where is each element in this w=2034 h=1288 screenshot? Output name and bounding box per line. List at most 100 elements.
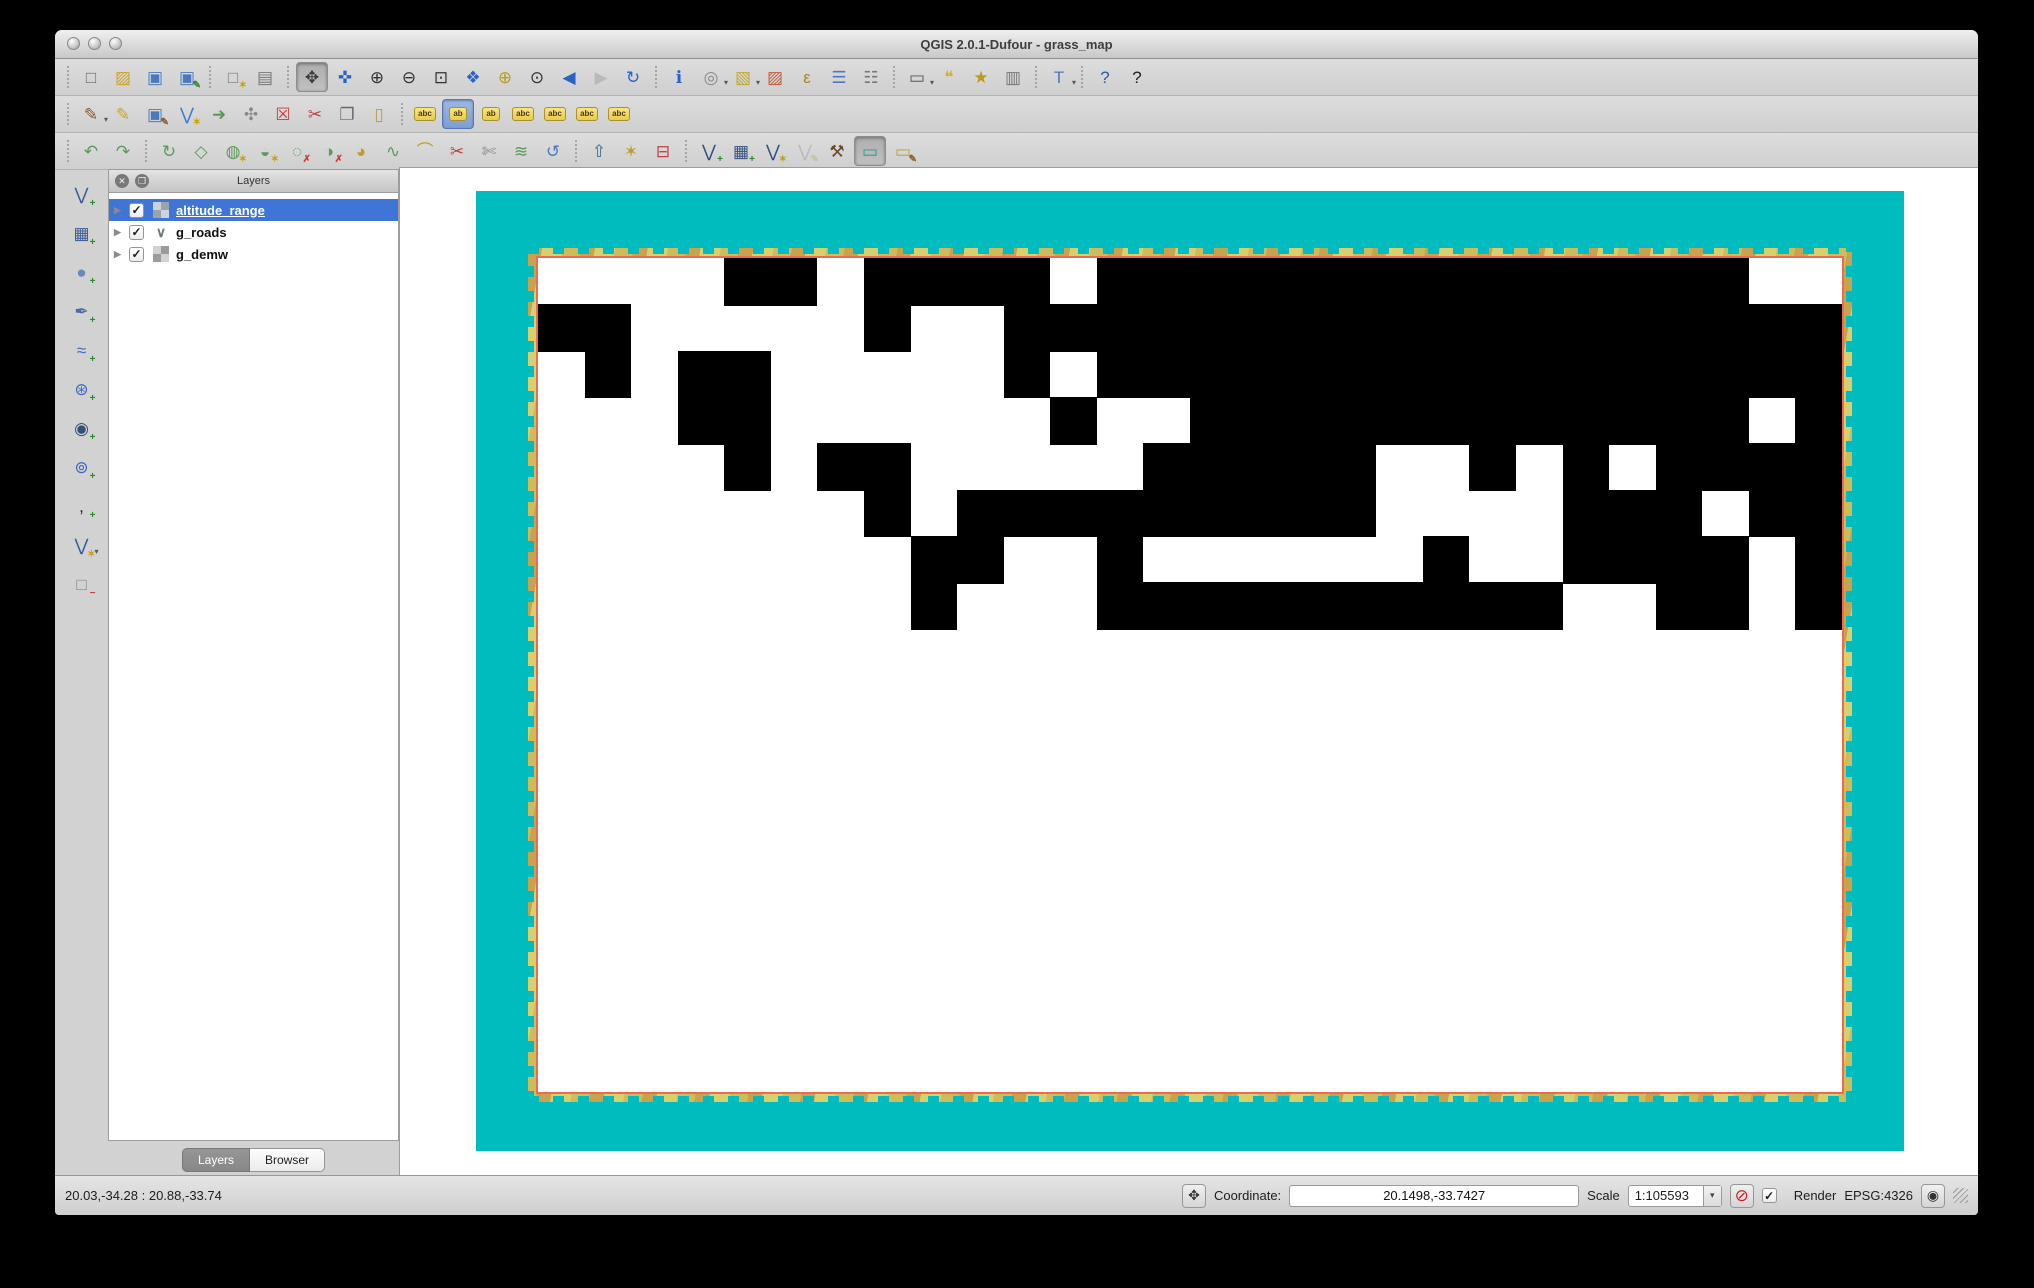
redo-button[interactable]: ↷ [108, 137, 138, 165]
expand-arrow-icon[interactable]: ▶ [114, 227, 129, 238]
zoom-last-button[interactable]: ◀ [554, 63, 584, 91]
select-features-button[interactable]: ▧▾ [728, 63, 758, 91]
composer-manager-button[interactable]: ▤ [250, 63, 280, 91]
select-by-expression-button[interactable]: ε [792, 63, 822, 91]
pin-labels-button[interactable]: ab [442, 99, 474, 129]
labeling-button[interactable]: abc [410, 100, 440, 128]
zoom-in-button[interactable]: ⊕ [362, 63, 392, 91]
change-label-button[interactable]: abc [604, 100, 634, 128]
run-feature-action-button[interactable]: ◎▾ [696, 63, 726, 91]
grass-tools-button[interactable]: ⚒ [822, 137, 852, 165]
add-grass-raster-layer-button[interactable]: ▦+ [726, 137, 756, 165]
add-postgis-layer-button[interactable]: ●+ [67, 257, 97, 287]
grass-open-mapset-button[interactable]: ⇧ [584, 137, 614, 165]
delete-ring-button[interactable]: ◌✗ [282, 137, 312, 165]
layer-row-g_demw[interactable]: ▶✓g_demw [109, 243, 398, 265]
panel-close-icon[interactable]: ✕ [115, 174, 129, 188]
remove-layer-button[interactable]: □− [67, 569, 97, 599]
reshape-features-button[interactable]: ∿ [378, 137, 408, 165]
fill-ring-button[interactable]: ◕ [346, 137, 376, 165]
text-annotation-button[interactable]: T▾ [1044, 63, 1074, 91]
add-mssql-layer-button[interactable]: ≈+ [67, 335, 97, 365]
node-tool-button[interactable]: ✣ [236, 100, 266, 128]
layer-row-altitude_range[interactable]: ▶✓altitude_range [109, 199, 398, 221]
undo-button[interactable]: ↶ [76, 137, 106, 165]
field-calculator-button[interactable]: ☷ [856, 63, 886, 91]
add-wfs-layer-button[interactable]: ⊚+ [67, 452, 97, 482]
expand-arrow-icon[interactable]: ▶ [114, 249, 129, 260]
save-project-as-button[interactable]: ▣✎ [172, 63, 202, 91]
map-tips-button[interactable]: ❝ [934, 63, 964, 91]
add-part-button[interactable]: ◒✶ [250, 137, 280, 165]
add-wcs-layer-button[interactable]: ◉+ [67, 413, 97, 443]
zoom-to-selection-button[interactable]: ⊕ [490, 63, 520, 91]
zoom-native-resolution-button[interactable]: ⊡ [426, 63, 456, 91]
zoom-to-layer-button[interactable]: ⊙ [522, 63, 552, 91]
current-edits-button[interactable]: ✎▾ [76, 100, 106, 128]
identify-features-button[interactable]: ℹ [664, 63, 694, 91]
rotate-label-button[interactable]: abc [572, 100, 602, 128]
add-feature-button[interactable]: ⋁✶ [172, 100, 202, 128]
layer-visibility-checkbox[interactable]: ✓ [129, 225, 144, 240]
measure-button[interactable]: ▭▾ [902, 63, 932, 91]
pan-to-selection-button[interactable]: ✜ [330, 63, 360, 91]
open-project-button[interactable]: ▨ [108, 63, 138, 91]
scale-combobox[interactable]: 1:105593 ▾ [1628, 1185, 1722, 1207]
simplify-feature-button[interactable]: ◇ [186, 137, 216, 165]
show-bookmarks-button[interactable]: ▥ [998, 63, 1028, 91]
help-contents-button[interactable]: ? [1090, 63, 1120, 91]
toggle-editing-button[interactable]: ✎ [108, 100, 138, 128]
dock-tab-layers[interactable]: Layers [182, 1148, 250, 1172]
panel-float-icon[interactable]: ❐ [135, 174, 149, 188]
resize-grip[interactable] [1953, 1188, 1968, 1203]
render-checkbox[interactable]: ✓ [1762, 1188, 1777, 1203]
pan-map-button[interactable]: ✥ [296, 62, 328, 92]
merge-features-button[interactable]: ≋ [506, 137, 536, 165]
grass-close-mapset-button[interactable]: ⊟ [648, 137, 678, 165]
whats-this-button[interactable]: ? [1122, 63, 1152, 91]
new-project-button[interactable]: □ [76, 63, 106, 91]
zoom-full-extent-button[interactable]: ❖ [458, 63, 488, 91]
cut-features-button[interactable]: ✂ [300, 100, 330, 128]
paste-features-button[interactable]: ▯ [364, 100, 394, 128]
new-shapefile-layer-button[interactable]: ⋁✶▾ [67, 530, 97, 560]
grass-region-button[interactable]: ▭ [854, 136, 886, 166]
layer-row-g_roads[interactable]: ▶✓∨g_roads [109, 221, 398, 243]
unpin-labels-button[interactable]: ab [476, 100, 506, 128]
split-features-button[interactable]: ✂ [442, 137, 472, 165]
refresh-map-button[interactable]: ↻ [618, 63, 648, 91]
add-spatialite-layer-button[interactable]: ✒+ [67, 296, 97, 326]
grass-new-mapset-button[interactable]: ✶ [616, 137, 646, 165]
move-label-button[interactable]: abc [540, 100, 570, 128]
edit-grass-region-button[interactable]: ▭✎ [888, 137, 918, 165]
minimize-window-button[interactable] [88, 37, 101, 50]
chevron-down-icon[interactable]: ▾ [1703, 1186, 1721, 1206]
show-hide-labels-button[interactable]: abc [508, 100, 538, 128]
new-print-composer-button[interactable]: □✶ [218, 63, 248, 91]
title-bar[interactable]: QGIS 2.0.1-Dufour - grass_map [55, 30, 1978, 59]
expand-arrow-icon[interactable]: ▶ [114, 205, 129, 216]
save-layer-edits-button[interactable]: ▣✎ [140, 100, 170, 128]
delete-selected-button[interactable]: ☒ [268, 100, 298, 128]
crs-status-button[interactable]: ◉ [1921, 1184, 1945, 1208]
close-window-button[interactable] [67, 37, 80, 50]
delete-part-button[interactable]: ◑✗ [314, 137, 344, 165]
new-bookmark-button[interactable]: ★ [966, 63, 996, 91]
dock-tab-browser[interactable]: Browser [250, 1148, 325, 1172]
new-grass-vector-button[interactable]: ⋁✶ [758, 137, 788, 165]
zoom-window-button[interactable] [109, 37, 122, 50]
zoom-out-button[interactable]: ⊖ [394, 63, 424, 91]
layer-visibility-checkbox[interactable]: ✓ [129, 247, 144, 262]
add-raster-layer-button[interactable]: ▦+ [67, 218, 97, 248]
offset-curve-button[interactable]: ⌒ [410, 137, 440, 165]
coordinate-input[interactable] [1289, 1185, 1579, 1207]
rotate-point-symbols-button[interactable]: ↺ [538, 137, 568, 165]
stop-render-button[interactable]: ⊘ [1730, 1184, 1754, 1208]
rotate-feature-button[interactable]: ↻ [154, 137, 184, 165]
mouse-position-toggle-button[interactable]: ✥ [1182, 1184, 1206, 1208]
map-canvas[interactable] [399, 167, 1978, 1176]
deselect-features-button[interactable]: ▨ [760, 63, 790, 91]
split-parts-button[interactable]: ✄ [474, 137, 504, 165]
move-feature-button[interactable]: ➜ [204, 100, 234, 128]
add-vector-layer-button[interactable]: ⋁+ [67, 179, 97, 209]
